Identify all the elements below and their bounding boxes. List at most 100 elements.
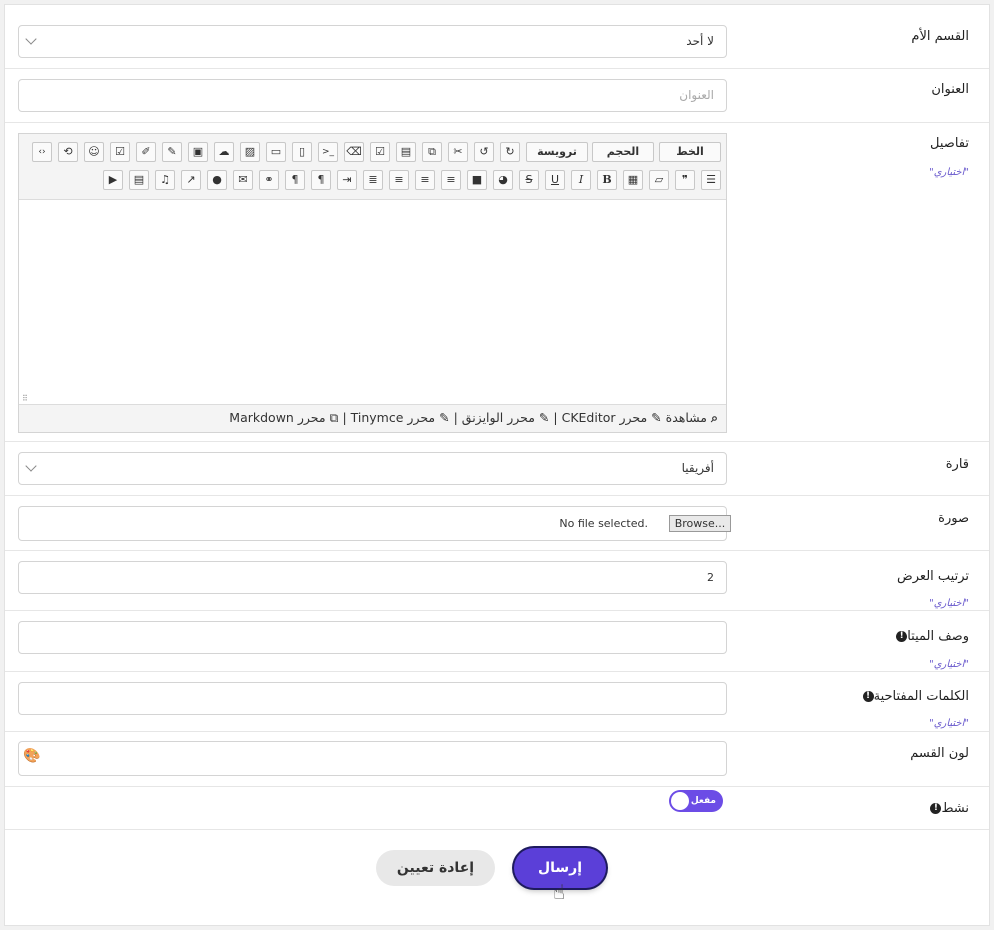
italic-icon[interactable]: I — [571, 170, 591, 190]
parent-row: القسم الأم لا أحد — [5, 5, 989, 69]
rtl-icon[interactable]: ¶ — [311, 170, 331, 190]
title-label: العنوان — [931, 82, 969, 97]
palette-icon[interactable]: 🎨 — [23, 748, 40, 764]
align-center-icon[interactable]: ≡ — [415, 170, 435, 190]
edit-icon[interactable]: ✐ — [136, 142, 156, 162]
meta-label-wrap: وصف الميتا! — [892, 629, 969, 644]
list-icon[interactable]: ☰ — [701, 170, 721, 190]
title-input[interactable]: العنوان — [18, 79, 727, 112]
align-right-icon[interactable]: ≡ — [441, 170, 461, 190]
strikethrough-icon[interactable]: S — [519, 170, 539, 190]
file-status: No file selected. — [559, 517, 648, 530]
color-row: لون القسم 🎨 — [5, 732, 989, 787]
document-icon[interactable]: ▯ — [292, 142, 312, 162]
palette-icon[interactable]: ◕ — [493, 170, 513, 190]
order-row: ترتيب العرض "اختياري" 2 — [5, 551, 989, 611]
ckeditor-link[interactable]: محرر CKEditor — [562, 410, 648, 425]
frame-icon[interactable]: ▭ — [266, 142, 286, 162]
tinymce-link[interactable]: محرر Tinymce — [351, 410, 435, 425]
select-all-icon[interactable]: ☑ — [370, 142, 390, 162]
clapperboard-icon[interactable]: ▤ — [129, 170, 149, 190]
details-optional: "اختياري" — [929, 167, 969, 178]
keywords-label-wrap: الكلمات المفتاحية! — [859, 689, 969, 704]
qr-icon[interactable]: ▦ — [623, 170, 643, 190]
bold-icon[interactable]: B — [597, 170, 617, 190]
order-optional: "اختياري" — [929, 598, 969, 609]
parent-label: القسم الأم — [911, 29, 969, 44]
active-row: نشط! — [5, 787, 989, 830]
keywords-label: الكلمات المفتاحية — [873, 689, 969, 704]
editor-content-area[interactable] — [19, 199, 726, 405]
meta-description-input[interactable] — [18, 621, 727, 654]
pen-icon[interactable]: ✎ — [162, 142, 182, 162]
video-icon[interactable]: ▶ — [103, 170, 123, 190]
edit-icon: ✎ — [538, 410, 550, 425]
reset-button[interactable]: إعادة تعيين — [376, 850, 495, 886]
archive-icon[interactable]: ▣ — [188, 142, 208, 162]
copy-icon[interactable]: ⧉ — [422, 142, 442, 162]
color-input[interactable]: 🎨 — [18, 741, 727, 776]
code-icon[interactable]: >_ — [318, 142, 338, 162]
chevron-down-icon — [25, 460, 37, 472]
preview-link[interactable]: مشاهدة — [666, 410, 707, 425]
toggle-knob — [671, 792, 689, 810]
comment-icon[interactable]: ● — [207, 170, 227, 190]
info-icon: ! — [896, 631, 908, 642]
image-icon[interactable]: ▨ — [240, 142, 260, 162]
editor-toolbar: الخط الحجم ترويسة ↻ ↺ ✂ ⧉ ▤ ☑ ⌫ >_ ▯ ▭ ▨… — [19, 134, 726, 200]
redo-icon[interactable]: ↻ — [500, 142, 520, 162]
justify-icon[interactable]: ≣ — [363, 170, 383, 190]
eraser-icon[interactable]: ⌫ — [344, 142, 364, 162]
active-label: نشط — [941, 801, 969, 816]
meta-row: وصف الميتا! "اختياري" — [5, 611, 989, 672]
wysiwyg-link[interactable]: محرر الوايزنق — [462, 410, 535, 425]
rich-text-editor: الخط الحجم ترويسة ↻ ↺ ✂ ⧉ ▤ ☑ ⌫ >_ ▯ ▭ ▨… — [18, 133, 727, 433]
link-icon[interactable]: ⚭ — [259, 170, 279, 190]
folder-icon[interactable]: ▱ — [649, 170, 669, 190]
order-input[interactable]: 2 — [18, 561, 727, 594]
checkbox-icon[interactable]: ☑ — [110, 142, 130, 162]
copy-icon: ⧉ — [329, 410, 339, 425]
external-link-icon[interactable]: ↗ — [181, 170, 201, 190]
active-toggle[interactable]: مفعل — [669, 790, 723, 812]
separator: | — [553, 410, 558, 425]
form-card: القسم الأم لا أحد العنوان العنوان تفاصيل… — [4, 4, 990, 926]
keywords-input[interactable] — [18, 682, 727, 715]
keywords-row: الكلمات المفتاحية! "اختياري" — [5, 672, 989, 732]
parent-select[interactable]: لا أحد — [18, 25, 727, 58]
smile-icon[interactable]: ☺ — [84, 142, 104, 162]
music-icon[interactable]: ♫ — [155, 170, 175, 190]
undo-icon[interactable]: ↺ — [474, 142, 494, 162]
resize-handle-icon[interactable]: ⠿ — [22, 394, 28, 403]
email-icon[interactable]: ✉ — [233, 170, 253, 190]
continent-label: قارة — [945, 457, 969, 472]
continent-row: قارة أفريقيا — [5, 442, 989, 496]
ltr-icon[interactable]: ¶ — [285, 170, 305, 190]
edit-icon: ✎ — [439, 410, 450, 425]
source-code-icon[interactable]: ‹› — [32, 142, 52, 162]
heading-select[interactable]: ترويسة — [526, 142, 588, 162]
browse-button[interactable]: Browse... — [669, 515, 731, 532]
indent-icon[interactable]: ⇥ — [337, 170, 357, 190]
active-label-wrap: نشط! — [926, 801, 969, 816]
info-icon: ! — [862, 691, 874, 702]
size-select[interactable]: الحجم — [592, 142, 654, 162]
details-label: تفاصيل — [930, 136, 969, 151]
title-placeholder: العنوان — [679, 88, 714, 102]
font-select[interactable]: الخط — [659, 142, 721, 162]
search-icon: ⌕ — [710, 410, 718, 425]
continent-select[interactable]: أفريقيا — [18, 452, 727, 485]
upload-cloud-icon[interactable]: ☁ — [214, 142, 234, 162]
order-value: 2 — [707, 571, 714, 584]
history-icon[interactable]: ⟲ — [58, 142, 78, 162]
parent-value: لا أحد — [686, 34, 714, 48]
paste-icon[interactable]: ▤ — [396, 142, 416, 162]
underline-icon[interactable]: U — [545, 170, 565, 190]
order-label: ترتيب العرض — [897, 569, 969, 584]
background-color-icon[interactable]: ■ — [467, 170, 487, 190]
align-left-icon[interactable]: ≡ — [389, 170, 409, 190]
cut-icon[interactable]: ✂ — [448, 142, 468, 162]
quote-icon[interactable]: ❞ — [675, 170, 695, 190]
keywords-optional: "اختياري" — [929, 718, 969, 729]
markdown-link[interactable]: محرر Markdown — [229, 410, 325, 425]
